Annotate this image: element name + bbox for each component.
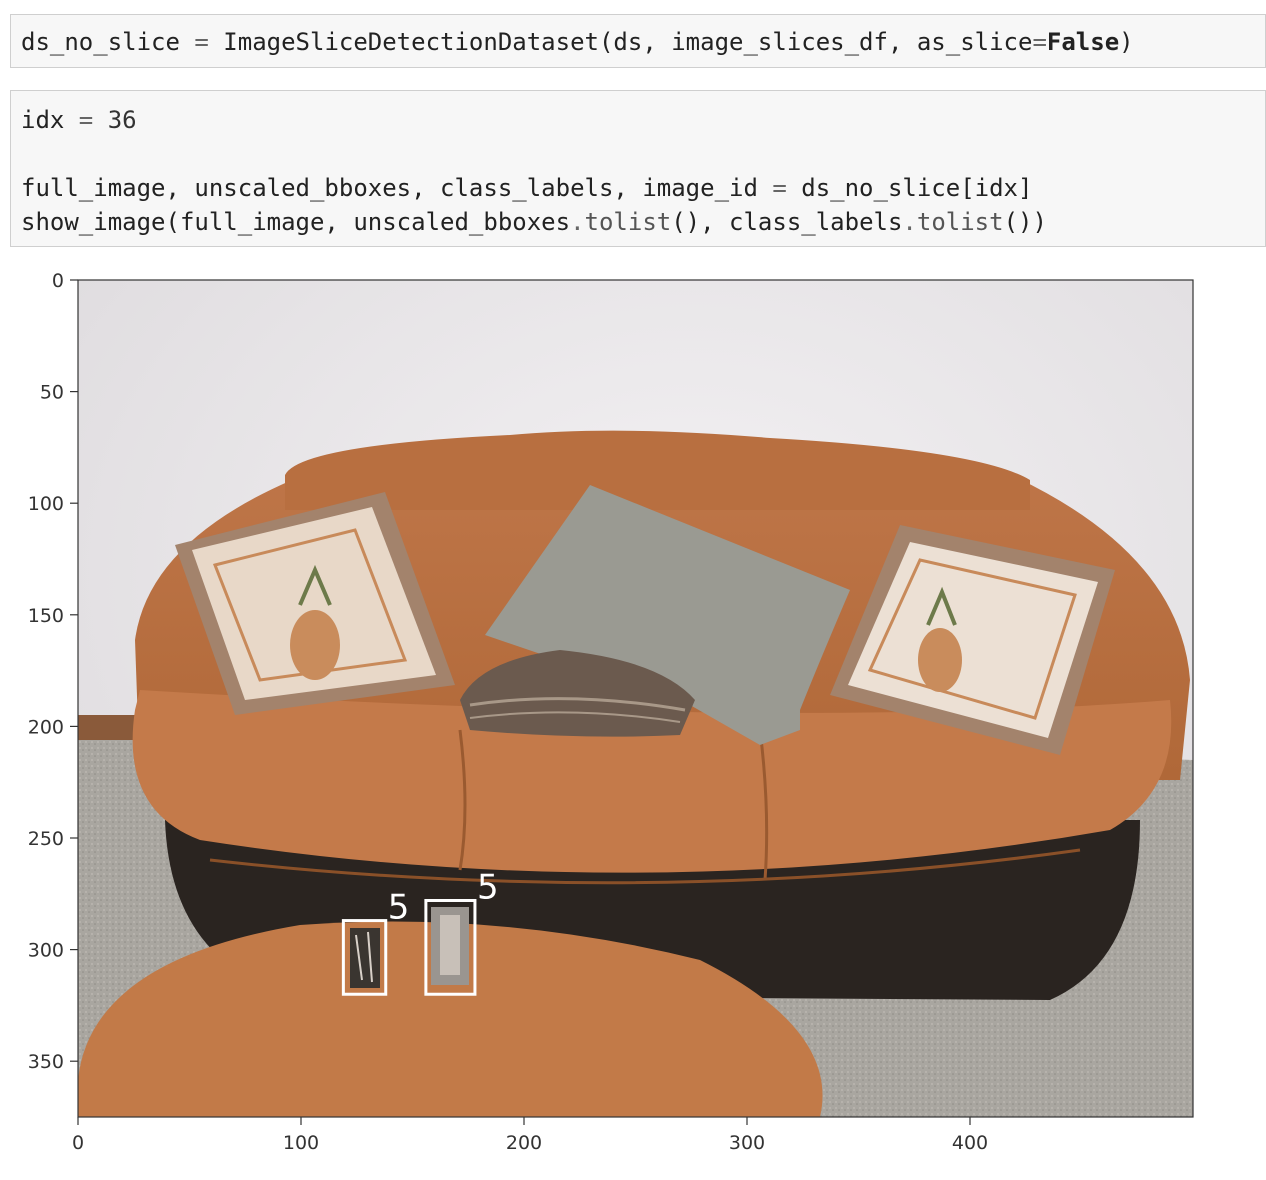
code-token: = [772, 174, 787, 202]
code-token: ds_no_slice[idx] [786, 174, 1033, 202]
y-tick-label: 350 [28, 1051, 64, 1073]
code-token: (), class_labels [671, 208, 903, 236]
bounding-box-label: 5 [477, 867, 499, 907]
photo-image [78, 280, 1193, 1117]
code-line: full_image, unscaled_bboxes, class_label… [21, 171, 1047, 205]
code-token: = [78, 106, 94, 134]
code-token: = [194, 28, 209, 56]
y-tick-label: 100 [28, 493, 64, 515]
code-token: ) [1119, 28, 1134, 56]
image-plot-output: 5 5 0 50 100 150 200 250 300 350 0 100 200 300 400 [28, 270, 1194, 1154]
code-token: show_image(full_image, unscaled_bboxes [21, 208, 571, 236]
code-line: ds_no_slice = ImageSliceDetectionDataset… [21, 25, 1134, 59]
code-cell-2[interactable]: idx = 36 full_image, unscaled_bboxes, cla… [10, 90, 1266, 247]
code-token: ()) [1003, 208, 1047, 236]
x-tick-label: 0 [72, 1132, 84, 1154]
code-token: . [570, 208, 585, 236]
code-editor[interactable]: ds_no_slice = ImageSliceDetectionDataset… [21, 25, 1134, 59]
code-token: idx [21, 106, 79, 134]
code-token: ImageSliceDetectionDataset(ds, image_sli… [208, 28, 1033, 56]
y-tick-label: 50 [40, 382, 64, 404]
x-tick-label: 200 [506, 1132, 542, 1154]
code-token: = [1032, 28, 1047, 56]
y-tick-label: 0 [52, 270, 64, 292]
code-token: tolist [584, 208, 672, 236]
x-tick-label: 300 [729, 1132, 765, 1154]
y-tick-label: 250 [28, 828, 64, 850]
x-tick-label: 400 [952, 1132, 988, 1154]
code-token: full_image, unscaled_bboxes, class_label… [21, 174, 773, 202]
code-cell-1[interactable]: ds_no_slice = ImageSliceDetectionDataset… [10, 14, 1266, 68]
bounding-box-label: 5 [388, 888, 410, 928]
code-editor[interactable]: idx = 36 full_image, unscaled_bboxes, cla… [21, 103, 1047, 239]
code-token: tolist [916, 208, 1004, 236]
code-line: show_image(full_image, unscaled_bboxes.t… [21, 205, 1047, 239]
code-token: 36 [93, 106, 137, 134]
code-token: False [1046, 28, 1120, 56]
y-tick-label: 150 [28, 605, 64, 627]
code-line: idx = 36 [21, 103, 1047, 137]
y-tick-label: 300 [28, 940, 64, 962]
x-tick-label: 100 [283, 1132, 319, 1154]
code-token: . [902, 208, 917, 236]
y-tick-label: 200 [28, 716, 64, 738]
code-token: ds_no_slice [21, 28, 195, 56]
